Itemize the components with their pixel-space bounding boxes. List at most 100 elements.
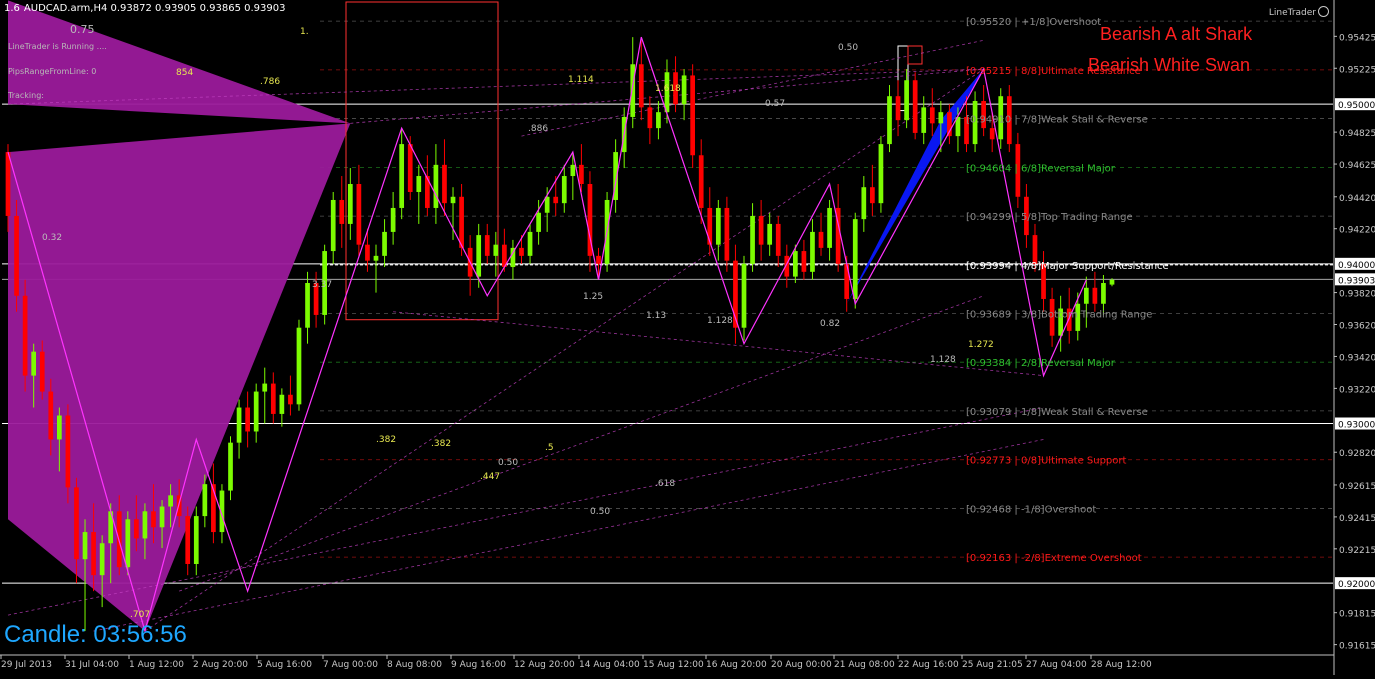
- symbol-quote: AUDCAD.arm,H4 0.93872 0.93905 0.93865 0.…: [23, 3, 286, 14]
- fib-ratio-label: .382: [376, 435, 396, 445]
- indicator-status: LineTrader is Running ....: [8, 42, 107, 51]
- price-tick-label: 0.93620: [1339, 322, 1375, 332]
- candle-body: [536, 212, 541, 232]
- candle-body: [39, 351, 45, 392]
- murrey-level-label: [0.93079 | 1/8]Weak Stall & Reverse: [966, 407, 1148, 418]
- murrey-math-lines: [320, 20, 1333, 558]
- chart-header: 1.6 AUDCAD.arm,H4 0.93872 0.93905 0.93865…: [4, 3, 285, 14]
- candle-body: [253, 391, 259, 432]
- price-tag-label: 0.93903: [1338, 276, 1375, 286]
- candle-body: [912, 80, 918, 133]
- time-tick-label: 1 Aug 12:00: [129, 660, 184, 670]
- fib-ratio-label: 0.75: [70, 23, 95, 36]
- murrey-level-label: [0.94604 | 6/8]Reversal Major: [966, 163, 1116, 174]
- candle-body: [99, 543, 105, 576]
- candle-body: [767, 223, 773, 245]
- price-axis: 0.95425 0.95225 0.95000 0.94825 0.94625 0.944…: [1333, 0, 1375, 675]
- murrey-level-label: [0.95520 | +1/8]Overshoot: [966, 17, 1101, 28]
- time-axis: 29 Jul 2013 31 Jul 04:00 1 Aug 12:00 2 Aug …: [0, 654, 1334, 670]
- candle-body: [373, 255, 379, 261]
- shark-pattern-fill-top: [8, 0, 351, 124]
- fib-ratio-label: 0.50: [838, 43, 858, 53]
- chart-canvas[interactable]: 0.75 1. 854 .786 0.32 3.37 1.114 1.618 .886 0.57 0…: [0, 0, 1375, 675]
- trend-line: [93, 439, 1044, 632]
- fib-ratio-label: 0.57: [765, 99, 785, 109]
- candle-body: [330, 199, 336, 252]
- candle-body: [288, 394, 293, 405]
- candle-body: [921, 107, 927, 133]
- fib-ratio-label: 854: [176, 68, 193, 78]
- candle-body: [142, 511, 148, 539]
- fib-ratio-label: 0.50: [590, 507, 610, 517]
- time-tick-label: 9 Aug 16:00: [451, 660, 506, 670]
- candle-body: [245, 407, 250, 432]
- fib-ratio-label: 1.272: [968, 340, 994, 350]
- fib-ratio-label: .382: [431, 439, 451, 449]
- murrey-level-label: [0.94299 | 5/8]Top Trading Range: [966, 212, 1133, 223]
- candle-body: [185, 516, 191, 564]
- candle-body: [5, 152, 11, 216]
- candle-timer: Candle: 03:56:56: [4, 621, 187, 649]
- price-tick-label: 0.95425: [1339, 33, 1375, 43]
- harmonic-pattern-overlays: [7, 0, 1044, 632]
- candle-body: [681, 75, 687, 105]
- candle-body: [14, 215, 19, 296]
- candle-body: [151, 511, 156, 528]
- candle-body: [904, 80, 909, 121]
- time-tick-label: 28 Aug 12:00: [1091, 660, 1152, 670]
- candle-body: [544, 196, 550, 213]
- candle-body: [22, 295, 28, 376]
- candle-body: [827, 207, 832, 248]
- candle-body: [459, 196, 464, 248]
- candle-body: [775, 223, 781, 256]
- candle-body: [407, 144, 413, 192]
- candle-body: [810, 231, 815, 272]
- time-tick-label: 16 Aug 20:00: [706, 660, 767, 670]
- candle-body: [442, 164, 447, 204]
- candle-body: [989, 128, 995, 140]
- candle-body: [647, 107, 653, 129]
- candle-body: [527, 231, 533, 256]
- price-tick-label: 0.94420: [1339, 194, 1375, 204]
- candle-body: [596, 255, 601, 264]
- candle-body: [638, 64, 644, 108]
- candle-body: [125, 519, 131, 568]
- candle-body: [347, 184, 353, 224]
- price-tick-label: 0.94625: [1339, 161, 1375, 171]
- price-tick-label: 0.93220: [1339, 385, 1375, 395]
- murrey-level-label: [0.92773 | 0/8]Ultimate Support: [966, 456, 1127, 467]
- candle-timer-label: Candle:: [4, 621, 87, 648]
- candle-body: [202, 484, 208, 517]
- candle-body: [724, 207, 730, 261]
- price-tick-label: 0.94220: [1339, 226, 1375, 236]
- smiley-icon: [1318, 6, 1329, 17]
- price-chart[interactable]: 0.75 1. 854 .786 0.32 3.37 1.114 1.618 .886 0.57 0…: [0, 0, 1375, 675]
- candle-body: [493, 244, 499, 256]
- fib-ratio-label: 3.37: [312, 280, 332, 290]
- candle-body: [929, 107, 935, 124]
- candle-body: [519, 247, 524, 256]
- price-tick-label: 0.93820: [1339, 290, 1375, 300]
- candle-body: [365, 244, 370, 261]
- candle-body: [484, 235, 490, 256]
- candle-body: [801, 251, 807, 272]
- price-tick-label: 0.94825: [1339, 129, 1375, 139]
- time-tick-label: 29 Jul 2013: [1, 660, 52, 670]
- indicator-tracking: Tracking:: [8, 91, 44, 100]
- linetrader-brand: LineTrader: [1269, 6, 1329, 18]
- murrey-level-label: [0.93994 | 4/8]Major Support/Resistance: [966, 261, 1169, 272]
- candle-body: [382, 231, 387, 256]
- candle-body: [852, 219, 858, 299]
- price-tick-label: 0.91815: [1339, 610, 1375, 620]
- candle-body: [476, 235, 482, 277]
- indicator-pips-range: PipsRangeFromLine: 0: [8, 67, 97, 76]
- candle-body: [193, 516, 199, 564]
- time-tick-label: 27 Aug 04:00: [1026, 660, 1087, 670]
- candle-timer-value: 03:56:56: [93, 621, 187, 648]
- candle-body: [630, 64, 636, 117]
- time-tick-label: 20 Aug 00:00: [771, 660, 832, 670]
- fib-ratio-label: .618: [655, 479, 675, 489]
- candle-body: [399, 144, 405, 208]
- brand-label: LineTrader: [1268, 8, 1316, 18]
- price-tag-label: 0.94000: [1338, 261, 1375, 271]
